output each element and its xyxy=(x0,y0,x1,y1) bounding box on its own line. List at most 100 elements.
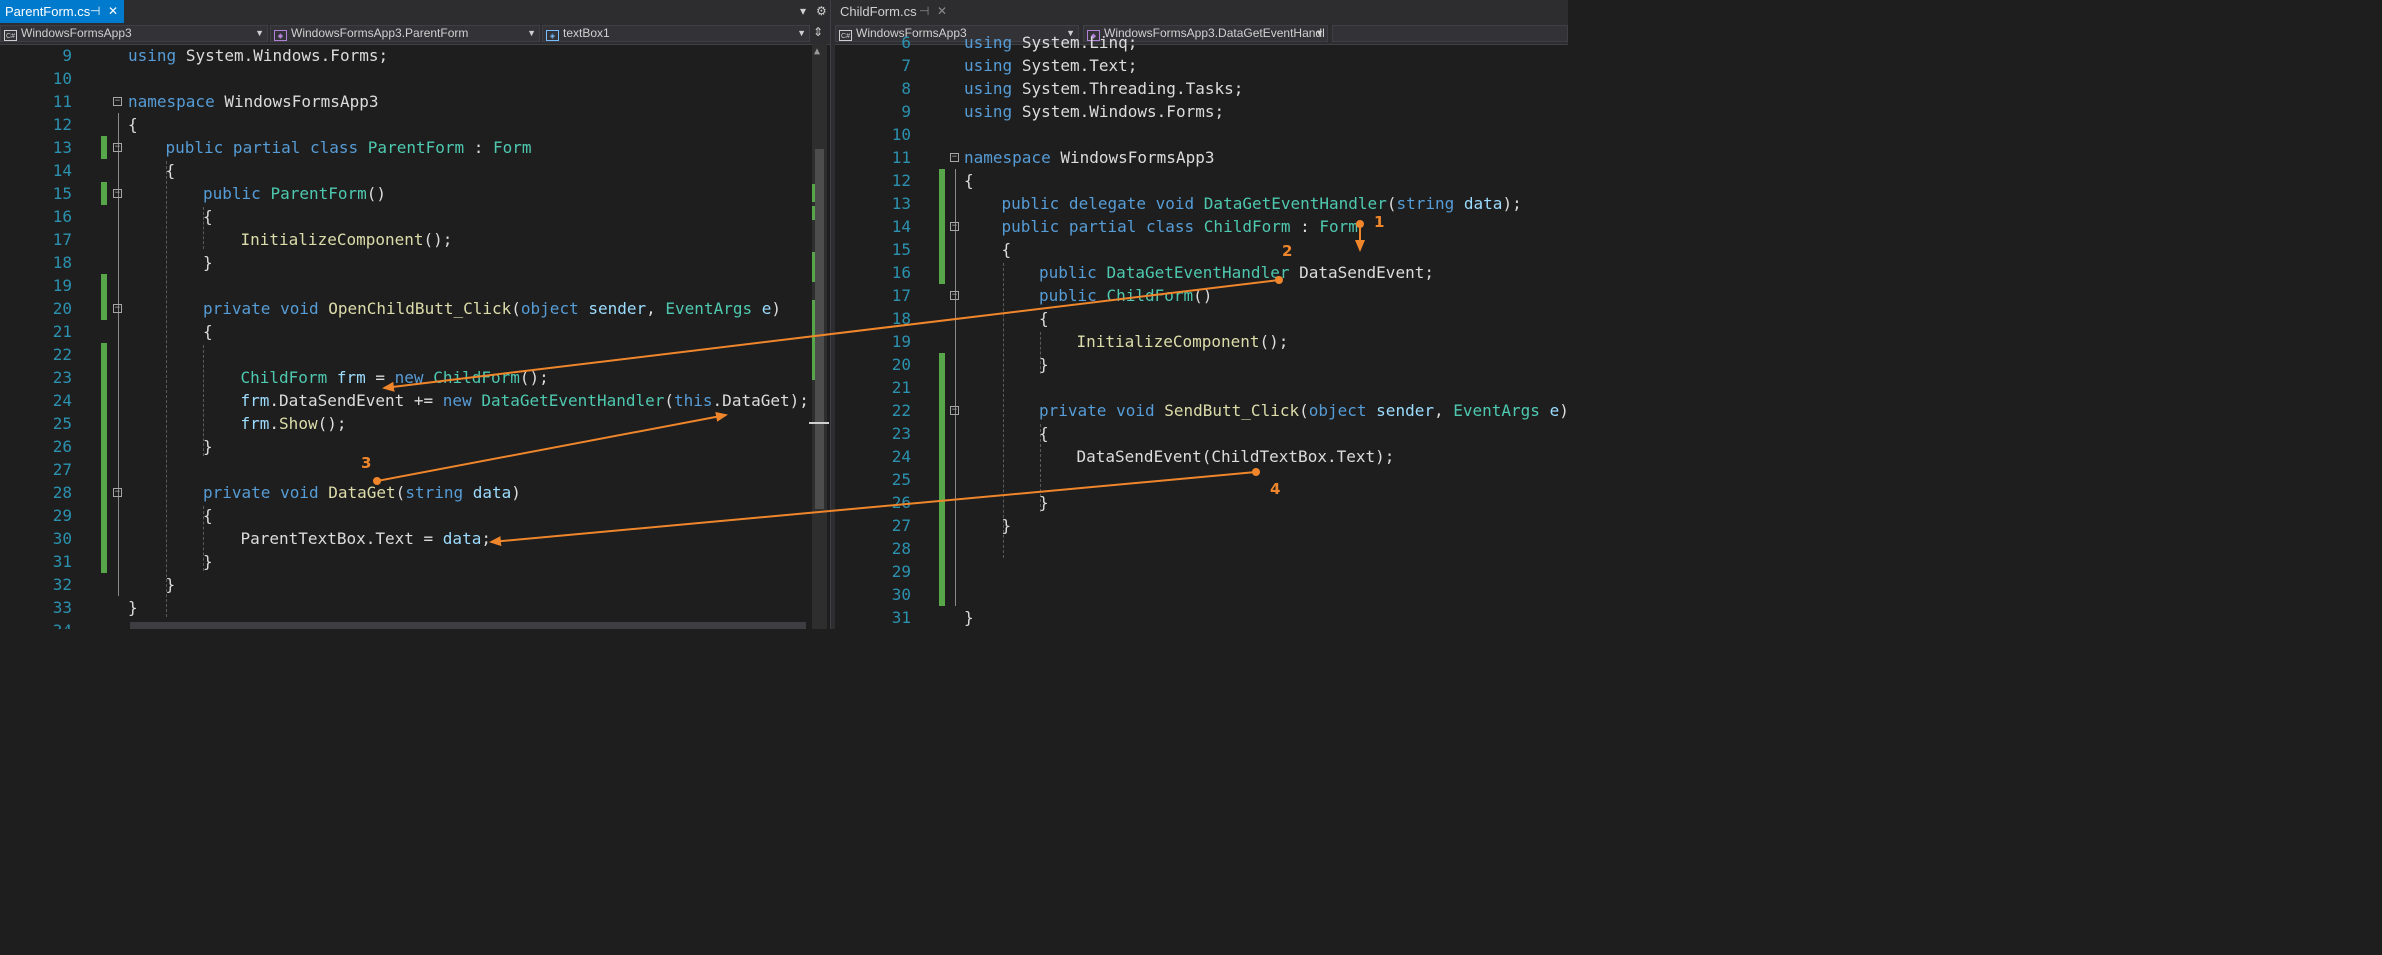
code-line[interactable]: } xyxy=(166,573,176,596)
code-token: } xyxy=(1039,355,1049,374)
code-line[interactable]: } xyxy=(1039,353,1049,376)
code-line[interactable]: { xyxy=(203,205,213,228)
code-token: WindowsFormsApp3 xyxy=(1060,148,1215,167)
tab-childform[interactable]: ChildForm.cs ⊣ ✕ xyxy=(835,0,955,23)
line-number: 34 xyxy=(24,619,72,629)
code-token: this xyxy=(674,391,713,410)
code-line[interactable]: namespace WindowsFormsApp3 xyxy=(128,90,378,113)
code-token: DataGet xyxy=(328,483,396,502)
code-token: ChildForm xyxy=(1106,286,1194,305)
code-line[interactable]: InitializeComponent(); xyxy=(241,228,453,251)
code-line[interactable]: private void OpenChildButt_Click(object … xyxy=(203,297,781,320)
code-token: ( xyxy=(511,299,521,318)
pin-icon[interactable]: ⊣ xyxy=(90,0,100,23)
code-line[interactable]: public delegate void DataGetEventHandler… xyxy=(1002,192,1522,215)
code-line[interactable]: using System.Linq; xyxy=(964,31,1137,54)
code-line[interactable]: frm.DataSendEvent += new DataGetEventHan… xyxy=(241,389,809,412)
chevron-down-icon: ▼ xyxy=(797,28,806,38)
code-line[interactable]: { xyxy=(1039,307,1049,330)
code-line[interactable]: using System.Windows.Forms; xyxy=(964,100,1224,123)
csharp-project-icon: C# xyxy=(839,30,852,41)
code-line[interactable]: public partial class ParentForm : Form xyxy=(166,136,532,159)
code-line[interactable]: public DataGetEventHandler DataSendEvent… xyxy=(1039,261,1434,284)
code-token: EventArgs xyxy=(1453,401,1540,420)
collapse-icon[interactable]: − xyxy=(113,143,122,152)
project-dropdown[interactable]: C# WindowsFormsApp3 ▼ xyxy=(0,25,268,42)
code-token: using xyxy=(964,102,1013,121)
code-line[interactable]: } xyxy=(203,251,213,274)
collapse-icon[interactable]: − xyxy=(950,222,959,231)
split-window-icon[interactable]: ⇕ xyxy=(813,21,823,44)
member-dropdown[interactable]: ◈ textBox1 ▼ xyxy=(542,25,810,42)
collapse-icon[interactable]: − xyxy=(113,189,122,198)
collapse-icon[interactable]: − xyxy=(950,406,959,415)
line-number: 16 xyxy=(891,263,911,282)
horizontal-scrollbar[interactable] xyxy=(130,622,806,629)
vertical-scrollbar[interactable]: ▲ xyxy=(809,44,829,629)
code-line[interactable]: ParentTextBox.Text = data; xyxy=(241,527,491,550)
code-line[interactable]: using System.Threading.Tasks; xyxy=(964,77,1243,100)
left-code-editor[interactable]: 9 using System.Windows.Forms; 10 11 namespac… xyxy=(0,44,830,629)
code-line[interactable]: } xyxy=(964,606,974,629)
code-line[interactable]: namespace WindowsFormsApp3 xyxy=(964,146,1214,169)
collapse-icon[interactable]: − xyxy=(113,97,122,106)
csharp-project-icon: C# xyxy=(4,30,17,41)
code-line[interactable]: using System.Windows.Forms; xyxy=(128,44,388,67)
line-number: 17 xyxy=(891,286,911,305)
code-token: { xyxy=(1001,240,1012,259)
code-token: { xyxy=(203,506,213,525)
change-indicator-bar xyxy=(939,238,945,284)
code-line[interactable]: } xyxy=(203,435,213,458)
change-marker xyxy=(812,206,815,220)
code-line[interactable]: { xyxy=(203,504,213,527)
line-number: 31 xyxy=(891,608,911,627)
close-icon[interactable]: ✕ xyxy=(937,0,947,23)
code-line[interactable]: { xyxy=(1039,422,1049,445)
code-line[interactable]: } xyxy=(128,596,138,619)
code-line[interactable]: ChildForm frm = new ChildForm(); xyxy=(241,366,549,389)
code-line[interactable]: DataSendEvent(ChildTextBox.Text); xyxy=(1077,445,1395,468)
code-line[interactable]: { xyxy=(203,320,213,343)
code-line[interactable]: private void SendButt_Click(object sende… xyxy=(1039,399,1568,422)
tab-list-dropdown-icon[interactable]: ▾ xyxy=(800,0,806,23)
code-line[interactable]: private void DataGet(string data) xyxy=(203,481,521,504)
member-name: textBox1 xyxy=(563,26,610,40)
code-line[interactable]: frm.Show(); xyxy=(241,412,347,435)
code-line[interactable]: public ChildForm() xyxy=(1039,284,1212,307)
code-line[interactable]: InitializeComponent(); xyxy=(1077,330,1289,353)
code-token: { xyxy=(203,322,213,341)
code-line[interactable]: public ParentForm() xyxy=(203,182,386,205)
code-token: ParentTextBox.Text = xyxy=(240,529,443,548)
code-token: private void xyxy=(1039,401,1155,420)
code-token: public xyxy=(1039,286,1097,305)
member-dropdown[interactable] xyxy=(1332,25,1568,42)
pin-icon[interactable]: ⊣ xyxy=(919,0,929,23)
code-line[interactable]: { xyxy=(166,159,176,182)
code-line[interactable]: using System.Text; xyxy=(964,54,1137,77)
code-line[interactable]: } xyxy=(1002,514,1012,537)
code-line[interactable]: } xyxy=(1039,491,1049,514)
gear-icon[interactable]: ⚙ xyxy=(816,0,827,23)
line-number: 26 xyxy=(52,437,72,456)
collapse-icon[interactable]: − xyxy=(950,153,959,162)
line-number: 27 xyxy=(52,460,72,479)
close-icon[interactable]: ✕ xyxy=(108,0,118,23)
tab-parentform[interactable]: ParentForm.cs ⊣ ✕ xyxy=(0,0,124,23)
code-line[interactable]: { xyxy=(1002,238,1012,261)
change-indicator-bar xyxy=(101,182,107,205)
scrollbar-thumb[interactable] xyxy=(815,149,824,509)
code-line[interactable]: { xyxy=(964,169,974,192)
code-token: WindowsFormsApp3 xyxy=(224,92,379,111)
right-code-editor[interactable]: 6 using System.Linq; 7 using System.Text; 8 u… xyxy=(835,33,1568,629)
code-line[interactable]: { xyxy=(128,113,138,136)
code-token: ChildForm xyxy=(433,368,520,387)
collapse-icon[interactable]: − xyxy=(113,488,122,497)
code-line[interactable]: public partial class ChildForm : Form xyxy=(1002,215,1358,238)
code-token: namespace xyxy=(964,148,1051,167)
code-token: .DataGet); xyxy=(712,391,809,410)
collapse-icon[interactable]: − xyxy=(950,291,959,300)
code-line[interactable]: } xyxy=(203,550,213,573)
collapse-icon[interactable]: − xyxy=(113,304,122,313)
scroll-up-icon[interactable]: ▲ xyxy=(814,46,820,57)
class-dropdown[interactable]: ◆ WindowsFormsApp3.ParentForm ▼ xyxy=(270,25,540,42)
